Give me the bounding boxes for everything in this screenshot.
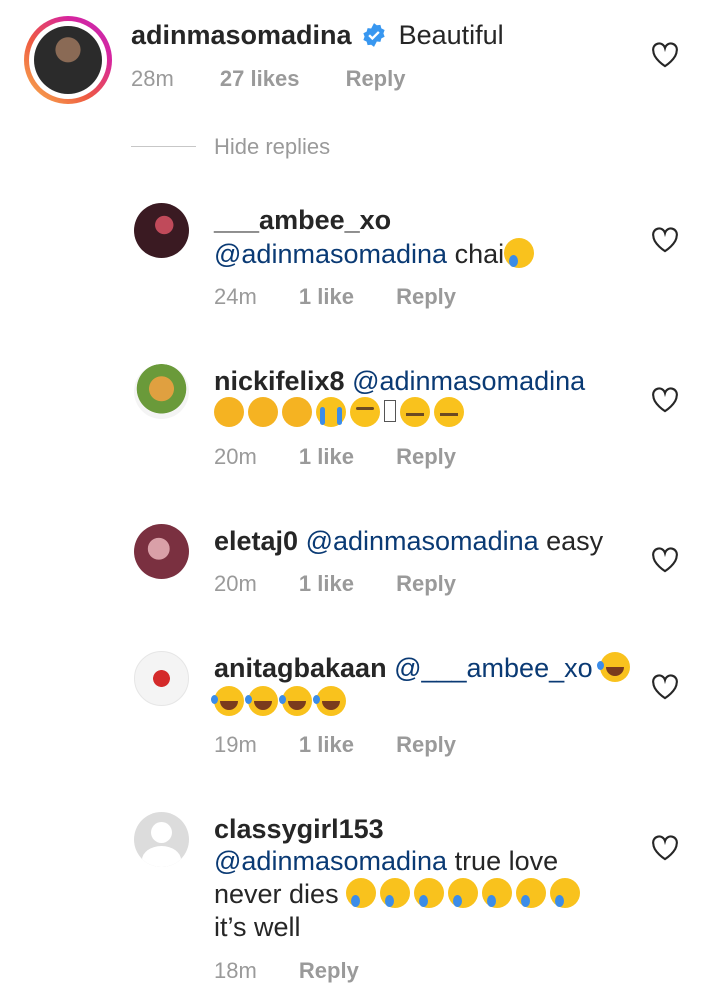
tears-of-joy-icon — [279, 686, 312, 716]
reply-username[interactable]: classygirl153 — [214, 812, 384, 846]
unknown-glyph-icon — [384, 400, 396, 422]
crying-face-icon — [550, 878, 581, 908]
tears-of-joy-icon — [245, 686, 278, 716]
reply-text-line: anitagbakaan @___ambee_xo — [214, 651, 634, 685]
avatar[interactable] — [134, 524, 189, 579]
reply-time: 20m — [214, 571, 257, 596]
reply-text: it’s well — [214, 912, 301, 942]
avatar[interactable] — [134, 812, 189, 867]
reply-username[interactable]: eletaj0 — [214, 526, 298, 556]
thinking-face-icon — [214, 397, 244, 427]
tears-of-joy-icon — [211, 686, 244, 716]
comment-time: 28m — [131, 66, 174, 91]
reply-username[interactable]: nickifelix8 — [214, 366, 345, 396]
like-heart-icon[interactable] — [651, 547, 679, 573]
reply-text-line: eletaj0 @adinmasomadina easy — [214, 524, 603, 558]
avatar[interactable] — [134, 651, 189, 706]
verified-badge-icon — [363, 23, 385, 47]
reply-text: chai — [454, 239, 505, 269]
reply-username[interactable]: ___ambee_xo — [214, 203, 391, 237]
reply-emoji-line — [211, 685, 350, 719]
reply-meta: 19m 1 like Reply — [214, 732, 456, 758]
hide-replies-divider — [131, 146, 196, 147]
face-screaming-icon — [316, 397, 346, 427]
reply-meta: 18m Reply — [214, 958, 359, 984]
reply-meta: 24m 1 like Reply — [214, 284, 456, 310]
reply-text: never dies — [214, 879, 339, 909]
reply-likes[interactable]: 1 like — [299, 571, 354, 596]
like-heart-icon[interactable] — [651, 227, 679, 253]
like-heart-icon[interactable] — [651, 42, 679, 68]
reply-meta: 20m 1 like Reply — [214, 444, 456, 470]
reply-emoji-line — [214, 396, 468, 430]
avatar[interactable] — [134, 364, 189, 419]
reply-time: 18m — [214, 958, 257, 983]
crying-face-icon — [516, 878, 547, 908]
mention-link[interactable]: @adinmasomadina — [214, 846, 447, 876]
mention-link[interactable]: @___ambee_xo — [394, 653, 593, 683]
hide-replies-button[interactable]: Hide replies — [214, 134, 330, 160]
comment-username[interactable]: adinmasomadina — [131, 20, 352, 50]
crying-face-icon — [346, 878, 377, 908]
reply-text-line: @adinmasomadina true love — [214, 844, 558, 878]
reply-button[interactable]: Reply — [346, 66, 406, 91]
default-avatar-body — [142, 846, 181, 867]
zipper-mouth-face-icon — [400, 397, 430, 427]
like-heart-icon[interactable] — [651, 387, 679, 413]
reply-meta: 20m 1 like Reply — [214, 571, 456, 597]
crying-face-icon — [504, 238, 535, 268]
reply-text: true love — [454, 846, 559, 876]
main-comment-line: adinmasomadina Beautiful — [131, 18, 504, 52]
tears-of-joy-icon — [313, 686, 346, 716]
mention-link[interactable]: @adinmasomadina — [352, 366, 585, 396]
comment-meta: 28m 27 likes Reply — [131, 66, 405, 92]
comment-text: Beautiful — [398, 20, 504, 50]
crying-face-icon — [448, 878, 479, 908]
like-heart-icon[interactable] — [651, 674, 679, 700]
crying-face-icon — [482, 878, 513, 908]
thinking-face-icon — [282, 397, 312, 427]
crying-face-icon — [380, 878, 411, 908]
thinking-face-icon — [248, 397, 278, 427]
reply-likes[interactable]: 1 like — [299, 284, 354, 309]
default-avatar-head — [151, 822, 172, 843]
reply-time: 19m — [214, 732, 257, 757]
reply-text-line: nickifelix8 @adinmasomadina — [214, 364, 585, 398]
reply-text-line: never dies — [214, 877, 584, 911]
avatar[interactable] — [134, 203, 189, 258]
reply-text-line: @adinmasomadina chai — [214, 237, 538, 271]
reply-likes[interactable]: 1 like — [299, 444, 354, 469]
reply-text: easy — [546, 526, 604, 556]
reply-button[interactable]: Reply — [396, 284, 456, 309]
avatar[interactable] — [34, 26, 102, 94]
zipper-mouth-face-icon — [434, 397, 464, 427]
mention-link[interactable]: @adinmasomadina — [306, 526, 539, 556]
reply-username[interactable]: anitagbakaan — [214, 653, 387, 683]
comment-likes[interactable]: 27 likes — [220, 66, 300, 91]
crying-face-icon — [414, 878, 445, 908]
reply-time: 24m — [214, 284, 257, 309]
reply-time: 20m — [214, 444, 257, 469]
reply-text-line: it’s well — [214, 910, 301, 944]
reply-likes[interactable]: 1 like — [299, 732, 354, 757]
reply-button[interactable]: Reply — [396, 732, 456, 757]
tears-of-joy-icon — [597, 652, 631, 682]
reply-button[interactable]: Reply — [299, 958, 359, 983]
like-heart-icon[interactable] — [651, 835, 679, 861]
sleepy-face-icon — [350, 397, 380, 427]
mention-link[interactable]: @adinmasomadina — [214, 239, 447, 269]
reply-button[interactable]: Reply — [396, 571, 456, 596]
reply-button[interactable]: Reply — [396, 444, 456, 469]
